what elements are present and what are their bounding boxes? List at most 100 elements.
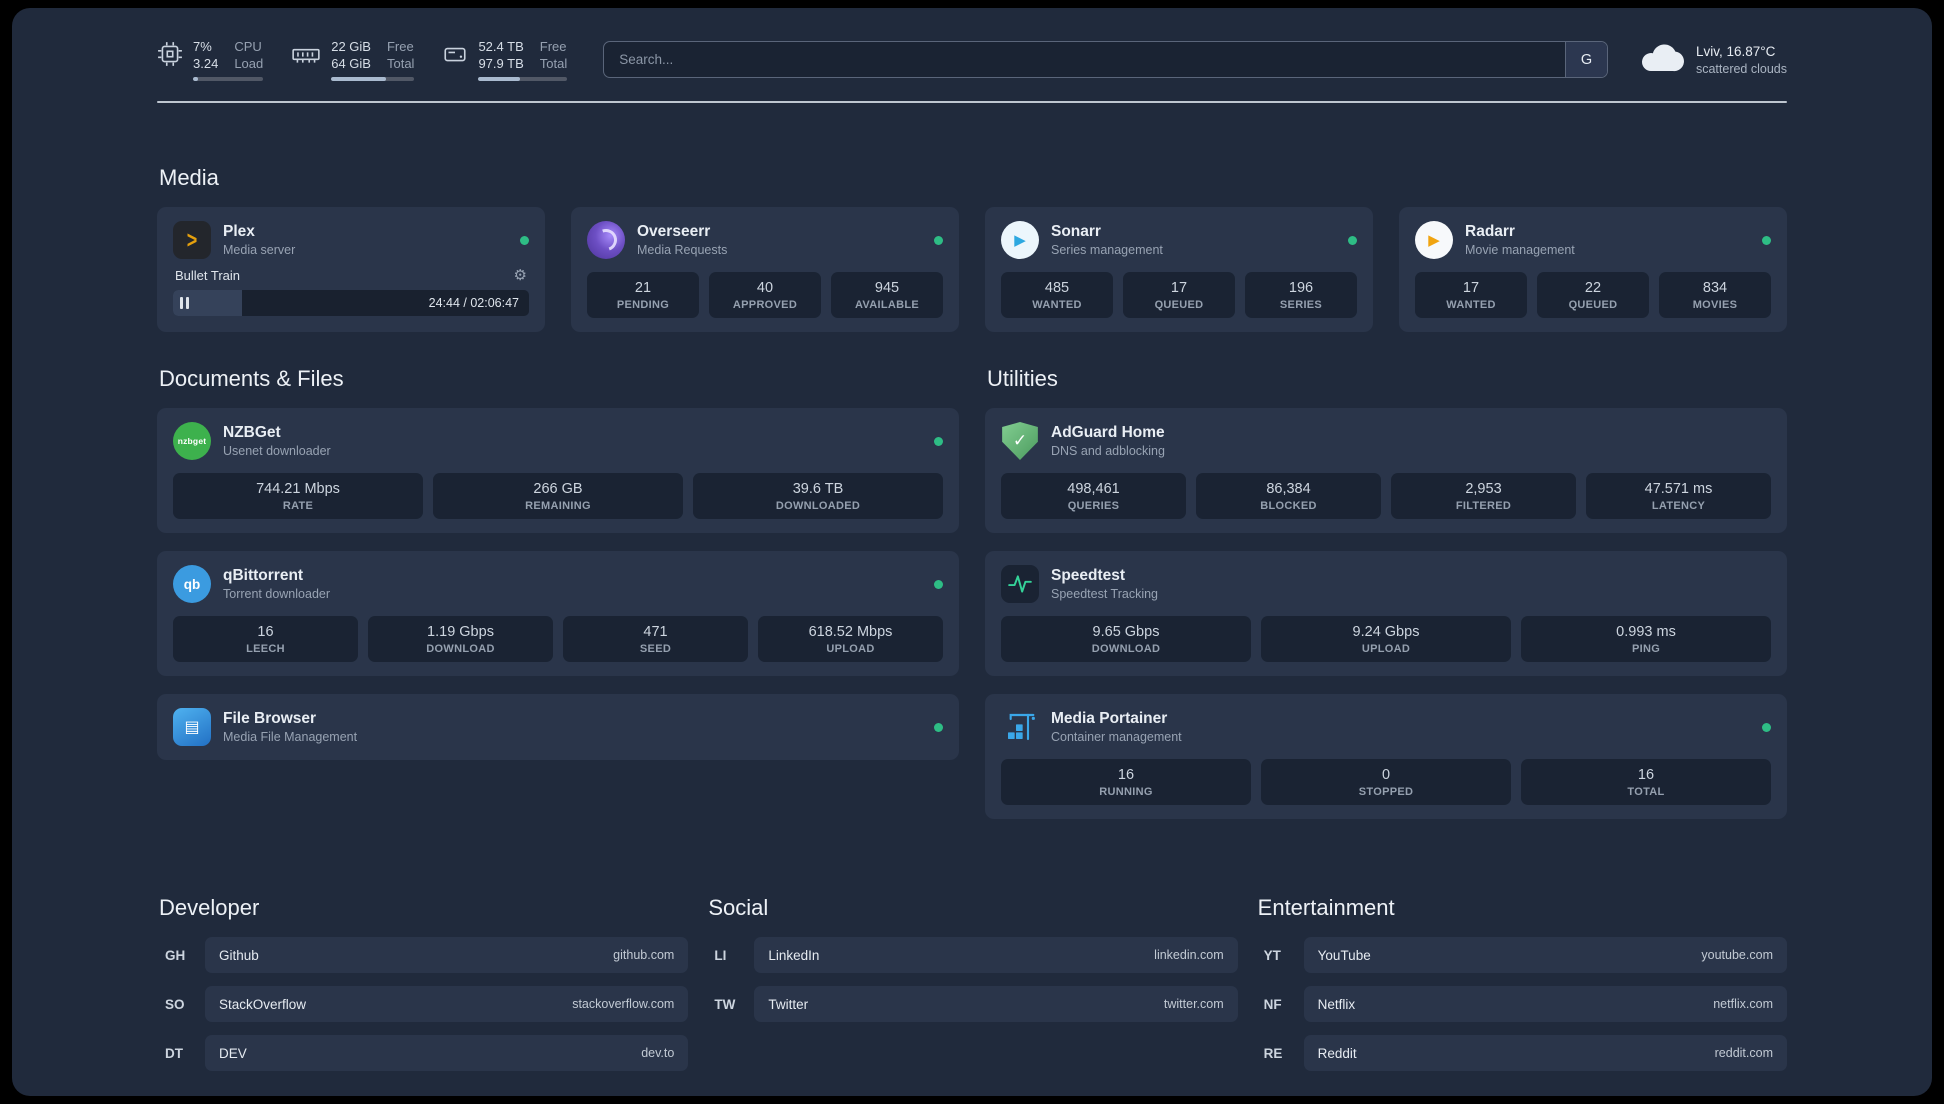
service-desc: Media Requests	[637, 243, 728, 257]
gear-icon[interactable]: ⚙	[514, 266, 527, 284]
service-card-plex[interactable]: > Plex Media server Bullet Train ⚙ 24:44…	[157, 207, 545, 332]
bookmark-group-developer: Developer GH Github github.com SO StackO…	[157, 895, 689, 1084]
status-dot	[934, 579, 943, 589]
stat-block: 9.24 Gbps UPLOAD	[1261, 616, 1511, 662]
bookmark-link-dev[interactable]: DEV dev.to	[205, 1035, 689, 1071]
bookmark-link-twitter[interactable]: Twitter twitter.com	[754, 986, 1238, 1022]
playback-time: 24:44 / 02:06:47	[428, 296, 519, 310]
disk-free: 52.4 TB	[478, 39, 524, 54]
cpu-percent: 7%	[193, 39, 212, 54]
cpu-load-label: Load	[234, 56, 264, 71]
stat-block: 17 QUEUED	[1123, 272, 1235, 318]
bookmark-link-youtube[interactable]: YouTube youtube.com	[1303, 937, 1787, 973]
memory-free: 22 GiB	[331, 39, 371, 54]
service-card-filebrowser[interactable]: ▤ File Browser Media File Management	[157, 694, 959, 760]
bookmark-abbr: TW	[714, 996, 736, 1012]
cpu-label: CPU	[234, 39, 262, 54]
status-dot	[1762, 235, 1771, 245]
radarr-icon: ▶	[1415, 221, 1453, 259]
stat-block: 834 MOVIES	[1659, 272, 1771, 318]
bookmark-link-github[interactable]: Github github.com	[205, 937, 689, 973]
bookmark-abbr: GH	[165, 947, 186, 963]
plex-now-playing: Bullet Train ⚙ 24:44 / 02:06:47	[173, 264, 529, 316]
bookmark-row: YT YouTube youtube.com	[1256, 937, 1787, 973]
section-title-media: Media	[159, 165, 219, 190]
status-dot	[934, 436, 943, 446]
stat-block: 618.52 Mbps UPLOAD	[758, 616, 943, 662]
disk-widget: 52.4 TB 97.9 TB Free Total	[442, 38, 568, 81]
qbittorrent-icon: qb	[173, 565, 211, 603]
bookmark-link-netflix[interactable]: Netflix netflix.com	[1303, 986, 1787, 1022]
speedtest-icon	[1001, 565, 1039, 603]
status-dot	[520, 235, 529, 245]
stat-block: 21 PENDING	[587, 272, 699, 318]
nzbget-icon: nzbget	[173, 422, 211, 460]
filebrowser-icon: ▤	[173, 708, 211, 746]
weather-condition: scattered clouds	[1695, 61, 1787, 76]
memory-total: 64 GiB	[331, 56, 371, 71]
bookmark-abbr: DT	[165, 1045, 183, 1061]
status-dot	[1348, 235, 1357, 245]
search-input[interactable]	[603, 41, 1608, 78]
stat-block: 485 WANTED	[1001, 272, 1113, 318]
service-desc: Container management	[1051, 730, 1182, 744]
weather-location: Lviv, 16.87°C	[1695, 43, 1776, 59]
bookmark-row: NF Netflix netflix.com	[1256, 986, 1787, 1022]
stat-block: 16 LEECH	[173, 616, 358, 662]
service-card-overseerr[interactable]: Overseerr Media Requests 21 PENDING 40 APP…	[571, 207, 959, 332]
service-card-radarr[interactable]: ▶ Radarr Movie management 17 WANTED 22 QUE…	[1399, 207, 1787, 332]
disk-icon	[442, 41, 468, 72]
status-dot	[934, 722, 943, 732]
memory-icon	[291, 41, 321, 72]
service-name: Speedtest	[1051, 567, 1126, 584]
service-card-portainer[interactable]: Media Portainer Container management 16 R…	[985, 694, 1787, 819]
pause-icon[interactable]	[180, 297, 189, 309]
bookmark-abbr: SO	[165, 996, 185, 1012]
service-card-qbittorrent[interactable]: qb qBittorrent Torrent downloader 16 LEEC…	[157, 551, 959, 676]
playback-progress-bar[interactable]: 24:44 / 02:06:47	[173, 290, 529, 316]
service-card-adguard[interactable]: ✓ AdGuard Home DNS and adblocking 498,46…	[985, 408, 1787, 533]
bookmark-row: RE Reddit reddit.com	[1256, 1035, 1787, 1071]
bookmark-row: TW Twitter twitter.com	[706, 986, 1238, 1022]
section-title-entertainment: Entertainment	[1257, 895, 1395, 920]
service-desc: Speedtest Tracking	[1051, 587, 1159, 601]
stat-block: 471 SEED	[563, 616, 748, 662]
sonarr-icon: ▶	[1001, 221, 1039, 259]
service-desc: Movie management	[1465, 243, 1575, 257]
cpu-widget: 7% 3.24 CPU Load	[157, 38, 264, 81]
stat-block: 22 QUEUED	[1537, 272, 1649, 318]
memory-total-label: Total	[386, 56, 415, 71]
weather-widget: Lviv, 16.87°C scattered clouds	[1638, 41, 1787, 78]
bookmark-abbr: NF	[1263, 996, 1282, 1012]
bookmark-link-stackoverflow[interactable]: StackOverflow stackoverflow.com	[205, 986, 689, 1022]
service-card-nzbget[interactable]: nzbget NZBGet Usenet downloader 744.21 M…	[157, 408, 959, 533]
disk-free-label: Free	[539, 39, 567, 54]
status-dot	[1762, 722, 1771, 732]
search-provider-button[interactable]: G	[1564, 42, 1607, 77]
now-playing-title: Bullet Train	[175, 267, 241, 283]
cpu-chip-icon	[157, 41, 183, 72]
service-card-sonarr[interactable]: ▶ Sonarr Series management 485 WANTED 17 Q…	[985, 207, 1373, 332]
memory-usage-bar	[331, 77, 415, 81]
dashboard-window: 7% 3.24 CPU Load 22 GiB 64 GiB Free Tota…	[12, 8, 1932, 1096]
bookmark-link-reddit[interactable]: Reddit reddit.com	[1303, 1035, 1787, 1071]
cloud-icon	[1638, 41, 1684, 78]
divider	[157, 101, 1787, 103]
service-desc: Series management	[1051, 243, 1163, 257]
stat-block: 86,384 BLOCKED	[1196, 473, 1381, 519]
service-name: Plex	[223, 223, 255, 240]
adguard-shield-icon: ✓	[1002, 422, 1038, 460]
bookmark-abbr: LI	[714, 947, 727, 963]
stat-block: 196 SERIES	[1245, 272, 1357, 318]
service-name: Radarr	[1465, 223, 1515, 240]
section-title-utilities: Utilities	[987, 366, 1058, 391]
disk-usage-bar	[478, 77, 568, 81]
stat-block: 16 TOTAL	[1521, 759, 1771, 805]
service-card-speedtest[interactable]: Speedtest Speedtest Tracking 9.65 Gbps DO…	[985, 551, 1787, 676]
stat-block: 17 WANTED	[1415, 272, 1527, 318]
section-documents: Documents & Files nzbget NZBGet Usenet d…	[157, 366, 959, 837]
disk-total: 97.9 TB	[478, 56, 524, 71]
service-desc: Media server	[223, 243, 296, 257]
search-box: G	[603, 41, 1608, 78]
bookmark-link-linkedin[interactable]: LinkedIn linkedin.com	[754, 937, 1238, 973]
